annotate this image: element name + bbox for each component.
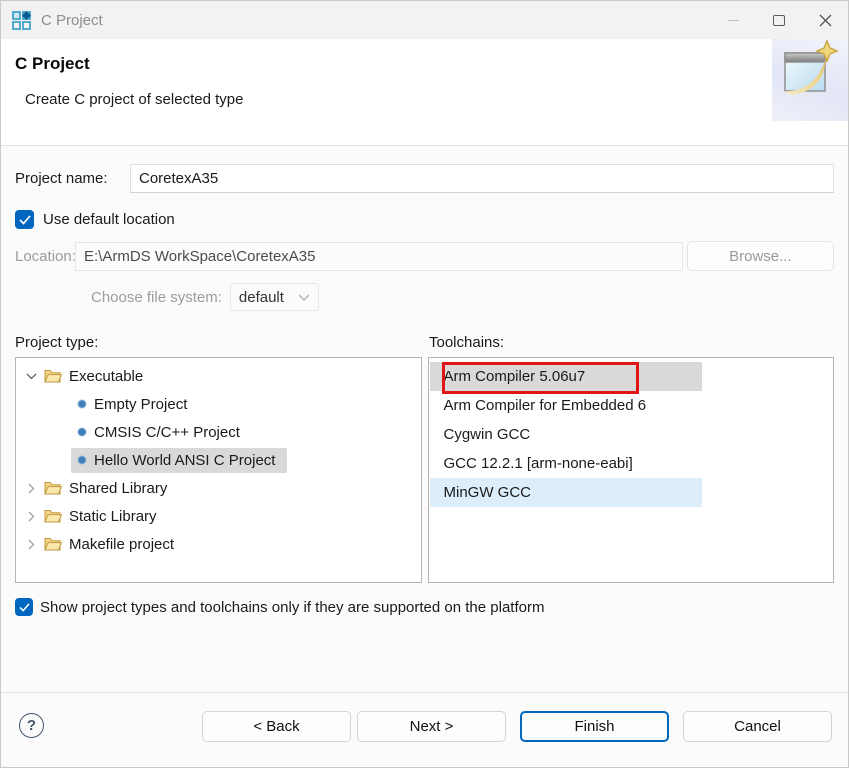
wizard-banner-icon bbox=[779, 39, 841, 105]
project-type-tree: Executable Empty Project CMSIS C/C++ Proje… bbox=[16, 358, 421, 558]
question-icon: ? bbox=[27, 717, 36, 734]
cancel-button[interactable]: Cancel bbox=[683, 711, 832, 742]
folder-icon bbox=[44, 481, 62, 495]
tree-item-label: Static Library bbox=[69, 508, 157, 525]
close-button[interactable] bbox=[802, 1, 848, 39]
wizard-banner bbox=[772, 39, 848, 121]
minimize-icon bbox=[728, 20, 739, 21]
location-input bbox=[75, 242, 683, 271]
item-dot-icon bbox=[77, 427, 87, 437]
maximize-button[interactable] bbox=[756, 1, 802, 39]
toolchain-item[interactable]: MinGW GCC bbox=[430, 478, 702, 507]
wizard-header: C Project Create C project of selected t… bbox=[1, 39, 848, 146]
check-icon bbox=[19, 603, 30, 612]
minimize-button[interactable] bbox=[710, 1, 756, 39]
file-system-value: default bbox=[239, 289, 284, 306]
file-system-select[interactable]: default bbox=[230, 283, 319, 311]
use-default-location-label: Use default location bbox=[43, 211, 175, 228]
chevron-right-icon[interactable] bbox=[25, 539, 38, 550]
use-default-location-checkbox[interactable] bbox=[15, 210, 34, 229]
folder-icon bbox=[44, 509, 62, 523]
browse-button[interactable]: Browse... bbox=[687, 241, 834, 271]
toolchain-item[interactable]: Arm Compiler for Embedded 6 bbox=[430, 391, 702, 420]
toolchain-item-label: Cygwin GCC bbox=[444, 426, 531, 443]
back-button[interactable]: < Back bbox=[202, 711, 351, 742]
window-title: C Project bbox=[41, 12, 103, 29]
next-button[interactable]: Next > bbox=[357, 711, 506, 742]
new-project-wizard-icon bbox=[11, 10, 32, 31]
tree-item[interactable]: Executable bbox=[16, 362, 421, 390]
folder-icon bbox=[44, 537, 62, 551]
project-type-panel: Executable Empty Project CMSIS C/C++ Proje… bbox=[15, 357, 422, 583]
toolchain-item[interactable]: Cygwin GCC bbox=[430, 420, 702, 449]
platform-filter-label: Show project types and toolchains only i… bbox=[40, 599, 544, 616]
tree-item-highlight: CMSIS C/C++ Project bbox=[71, 420, 252, 445]
toolchains-list: Arm Compiler 5.06u7 Arm Compiler for Embe… bbox=[429, 358, 834, 507]
toolchain-item[interactable]: Arm Compiler 5.06u7 bbox=[430, 362, 702, 391]
toolchain-item-label: MinGW GCC bbox=[444, 484, 532, 501]
tree-item[interactable]: Shared Library bbox=[16, 474, 421, 502]
tree-item-label: Executable bbox=[69, 368, 143, 385]
project-type-label: Project type: bbox=[15, 334, 429, 351]
project-name-label: Project name: bbox=[15, 170, 130, 187]
tree-item[interactable]: CMSIS C/C++ Project bbox=[16, 418, 421, 446]
finish-button[interactable]: Finish bbox=[520, 711, 669, 742]
toolchain-item-label: Arm Compiler for Embedded 6 bbox=[444, 397, 647, 414]
location-label: Location: bbox=[15, 248, 75, 265]
chevron-down-icon bbox=[298, 294, 310, 301]
tree-item-label: Shared Library bbox=[69, 480, 167, 497]
toolchains-panel: Arm Compiler 5.06u7 Arm Compiler for Embe… bbox=[428, 357, 835, 583]
platform-filter-checkbox[interactable] bbox=[15, 598, 33, 616]
project-name-input[interactable] bbox=[130, 164, 834, 193]
tree-item[interactable]: Hello World ANSI C Project bbox=[16, 446, 421, 474]
item-dot-icon bbox=[77, 455, 87, 465]
tree-item-highlight: Empty Project bbox=[71, 392, 199, 417]
tree-item-label: Hello World ANSI C Project bbox=[94, 452, 275, 469]
tree-item-label: Empty Project bbox=[94, 396, 187, 413]
chevron-right-icon[interactable] bbox=[25, 483, 38, 494]
tree-item[interactable]: Empty Project bbox=[16, 390, 421, 418]
item-dot-icon bbox=[77, 399, 87, 409]
chevron-right-icon[interactable] bbox=[25, 511, 38, 522]
c-project-wizard-dialog: C Project C Project Create C project of … bbox=[0, 0, 849, 768]
page-subtitle: Create C project of selected type bbox=[25, 91, 848, 108]
help-button[interactable]: ? bbox=[19, 713, 44, 738]
chevron-down-icon[interactable] bbox=[25, 373, 38, 380]
choose-file-system-label: Choose file system: bbox=[91, 289, 222, 306]
toolchain-item-label: GCC 12.2.1 [arm-none-eabi] bbox=[444, 455, 633, 472]
folder-icon bbox=[44, 369, 62, 383]
tree-item-label: CMSIS C/C++ Project bbox=[94, 424, 240, 441]
toolchain-item-label: Arm Compiler 5.06u7 bbox=[444, 368, 586, 385]
tree-item[interactable]: Makefile project bbox=[16, 530, 421, 558]
tree-item[interactable]: Static Library bbox=[16, 502, 421, 530]
tree-item-label: Makefile project bbox=[69, 536, 174, 553]
check-icon bbox=[19, 215, 31, 225]
close-icon bbox=[819, 14, 832, 27]
page-title: C Project bbox=[15, 54, 848, 74]
toolchains-label: Toolchains: bbox=[429, 334, 504, 351]
toolchain-item[interactable]: GCC 12.2.1 [arm-none-eabi] bbox=[430, 449, 702, 478]
titlebar: C Project bbox=[1, 1, 848, 39]
wizard-body: Project name: Use default location Locat… bbox=[1, 164, 848, 616]
footer: ? < Back Next > Finish Cancel bbox=[1, 692, 848, 767]
tree-item-highlight: Hello World ANSI C Project bbox=[71, 448, 287, 473]
maximize-icon bbox=[773, 15, 785, 26]
